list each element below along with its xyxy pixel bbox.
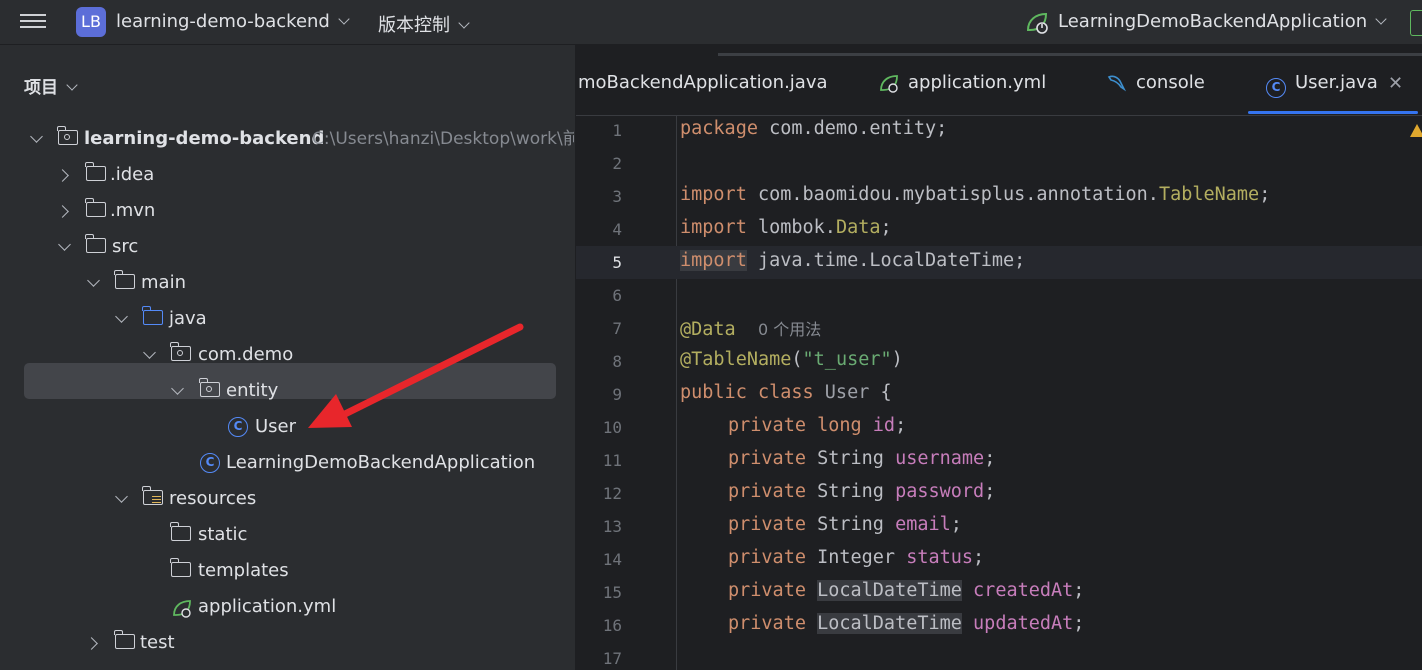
folder-icon [170, 522, 191, 541]
code-line-12: private String password; [728, 481, 996, 502]
chevron-down-icon [1375, 13, 1387, 25]
line-number: 5 [612, 253, 622, 272]
tab-application-java[interactable]: moBackendApplication.java [578, 68, 828, 98]
code-line-5: import java.time.LocalDateTime; [680, 250, 1026, 271]
usages-hint[interactable]: 0 个用法 [758, 320, 821, 339]
project-panel-title[interactable]: 项目 [24, 73, 78, 98]
package-icon [170, 342, 191, 361]
line-number: 15 [602, 583, 622, 602]
tab-scrollbar[interactable] [718, 53, 1422, 56]
class-icon: C [228, 417, 248, 437]
project-switcher[interactable]: learning-demo-backend [116, 11, 350, 32]
line-number: 10 [602, 418, 622, 437]
tree-label: test [140, 632, 175, 653]
tree-label: static [198, 524, 248, 545]
line-number: 7 [612, 319, 622, 338]
tree-label: .idea [110, 164, 155, 185]
tree-label: src [112, 236, 139, 257]
chevron-down-icon [338, 13, 350, 25]
tree-label: .mvn [110, 200, 156, 221]
code-line-14: private Integer status; [728, 547, 985, 568]
tree-label: learning-demo-backend [84, 128, 325, 149]
project-name: learning-demo-backend [116, 11, 330, 32]
line-number: 14 [602, 550, 622, 569]
folder-icon [85, 198, 106, 217]
spring-yml-icon [173, 600, 191, 618]
title-bar: LB learning-demo-backend 版本控制 LearningDe… [0, 0, 1422, 45]
code-line-11: private String username; [728, 448, 996, 469]
vcs-label: 版本控制 [378, 15, 450, 36]
tab-user-java[interactable]: C User.java [1266, 68, 1378, 98]
tree-label: LearningDemoBackendApplication [226, 452, 536, 473]
code-line-8: @TableName("t_user") [680, 349, 903, 370]
active-tab-indicator [1248, 111, 1418, 114]
chevron-down-icon [458, 17, 470, 29]
code-line-10: private long id; [728, 415, 907, 436]
code-line-7: @Data 0 个用法 [680, 319, 822, 340]
tree-label: User [255, 416, 297, 437]
source-folder-icon [142, 306, 163, 325]
code-line-9: public class User { [680, 382, 892, 403]
spring-boot-icon [1026, 12, 1048, 34]
main-menu-icon[interactable] [20, 10, 46, 34]
project-badge[interactable]: LB [76, 7, 106, 37]
run-configuration-selector[interactable]: LearningDemoBackendApplication [1024, 8, 1387, 38]
tab-application-yml[interactable]: application.yml [878, 68, 1046, 98]
resources-folder-icon [142, 486, 163, 505]
close-tab-icon[interactable]: ✕ [1388, 73, 1403, 94]
line-number: 4 [612, 220, 622, 239]
line-number: 16 [602, 616, 622, 635]
tab-console[interactable]: console [1106, 68, 1205, 98]
line-number: 11 [602, 451, 622, 470]
folder-icon [114, 630, 135, 649]
tree-label: com.demo [198, 344, 294, 365]
line-number: 8 [612, 352, 622, 371]
code-line-15: private LocalDateTime createdAt; [728, 580, 1085, 601]
tree-label: entity [226, 380, 279, 401]
tree-label: application.yml [198, 596, 337, 617]
run-button-edge[interactable] [1410, 10, 1422, 36]
spring-boot-class-icon: C [200, 453, 220, 473]
folder-icon [170, 558, 191, 577]
tree-label: templates [198, 560, 289, 581]
project-path: C:\Users\hanzi\Desktop\work\前 [312, 129, 574, 149]
line-number: 3 [612, 187, 622, 206]
package-icon [199, 378, 220, 397]
class-icon: C [1266, 78, 1286, 98]
folder-icon [85, 234, 106, 253]
tree-label: java [169, 308, 207, 329]
tree-label: main [141, 272, 186, 293]
code-line-3: import com.baomidou.mybatisplus.annotati… [680, 184, 1271, 205]
line-number: 6 [612, 286, 622, 305]
chevron-down-icon [66, 79, 78, 91]
line-number: 12 [602, 484, 622, 503]
mysql-dolphin-icon [1107, 75, 1127, 92]
code-line-4: import lombok.Data; [680, 217, 892, 238]
line-number: 2 [612, 154, 622, 173]
code-line-16: private LocalDateTime updatedAt; [728, 613, 1085, 634]
code-line-1: package com.demo.entity; [680, 118, 948, 139]
line-number: 13 [602, 517, 622, 536]
line-number: 9 [612, 385, 622, 404]
folder-icon [114, 270, 135, 289]
warning-icon[interactable] [1410, 124, 1422, 137]
module-folder-icon [57, 126, 78, 145]
line-number: 1 [612, 121, 622, 140]
vcs-menu[interactable]: 版本控制 [378, 11, 470, 37]
folder-icon [85, 162, 106, 181]
code-line-13: private String email; [728, 514, 962, 535]
spring-yml-icon [880, 75, 898, 93]
tree-label: resources [169, 488, 257, 509]
line-number: 17 [602, 649, 622, 668]
run-config-label: LearningDemoBackendApplication [1058, 11, 1368, 32]
